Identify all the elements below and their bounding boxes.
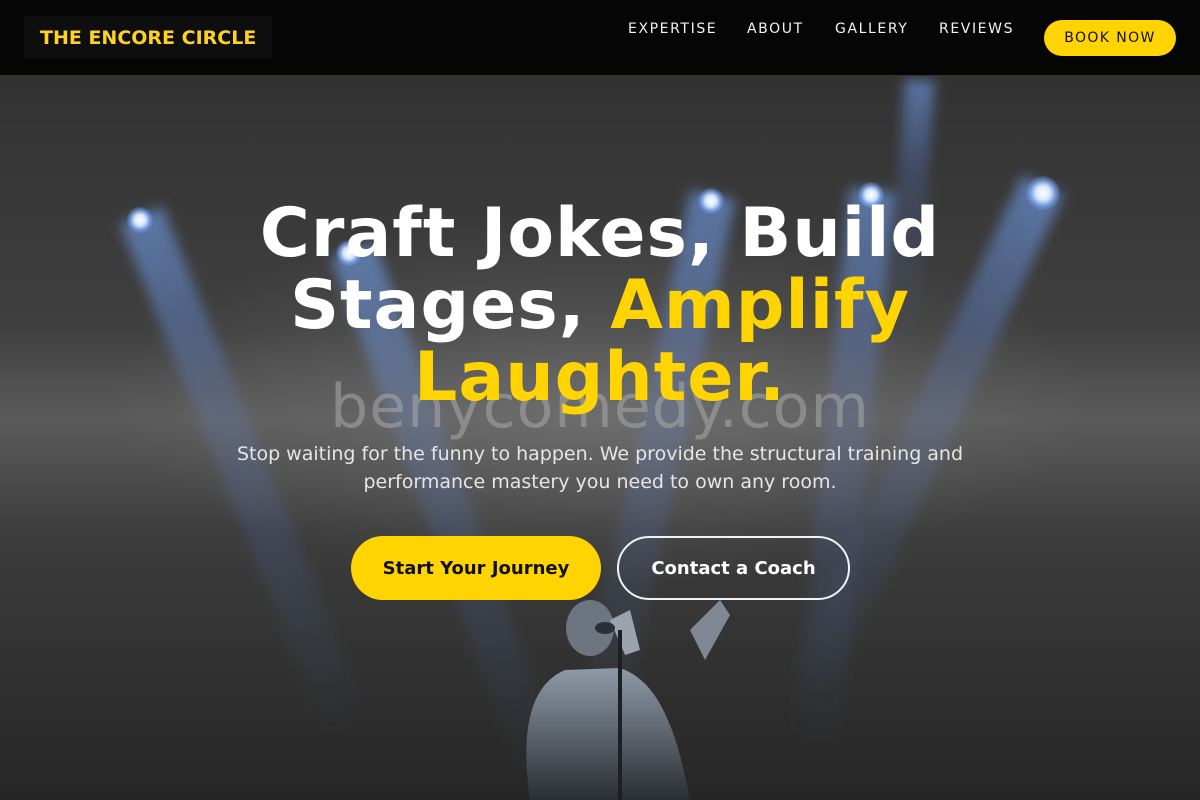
nav-link-reviews[interactable]: REVIEWS [939, 21, 1014, 37]
book-now-button[interactable]: BOOK NOW [1044, 20, 1176, 56]
nav-link-expertise[interactable]: EXPERTISE [628, 21, 717, 37]
hero-subtitle: Stop waiting for the funny to happen. We… [236, 443, 964, 493]
hero-headline: Craft Jokes, Build Stages, Amplify Laugh… [100, 198, 1100, 414]
nav-link-gallery[interactable]: GALLERY [835, 21, 908, 37]
brand-logo[interactable]: THE ENCORE CIRCLE [24, 16, 273, 59]
performer-image [526, 600, 730, 800]
nav-link-about[interactable]: ABOUT [747, 21, 804, 37]
start-journey-button[interactable]: Start Your Journey [351, 536, 601, 600]
top-navbar: THE ENCORE CIRCLE EXPERTISE ABOUT GALLER… [0, 0, 1200, 76]
contact-coach-button[interactable]: Contact a Coach [617, 536, 850, 600]
